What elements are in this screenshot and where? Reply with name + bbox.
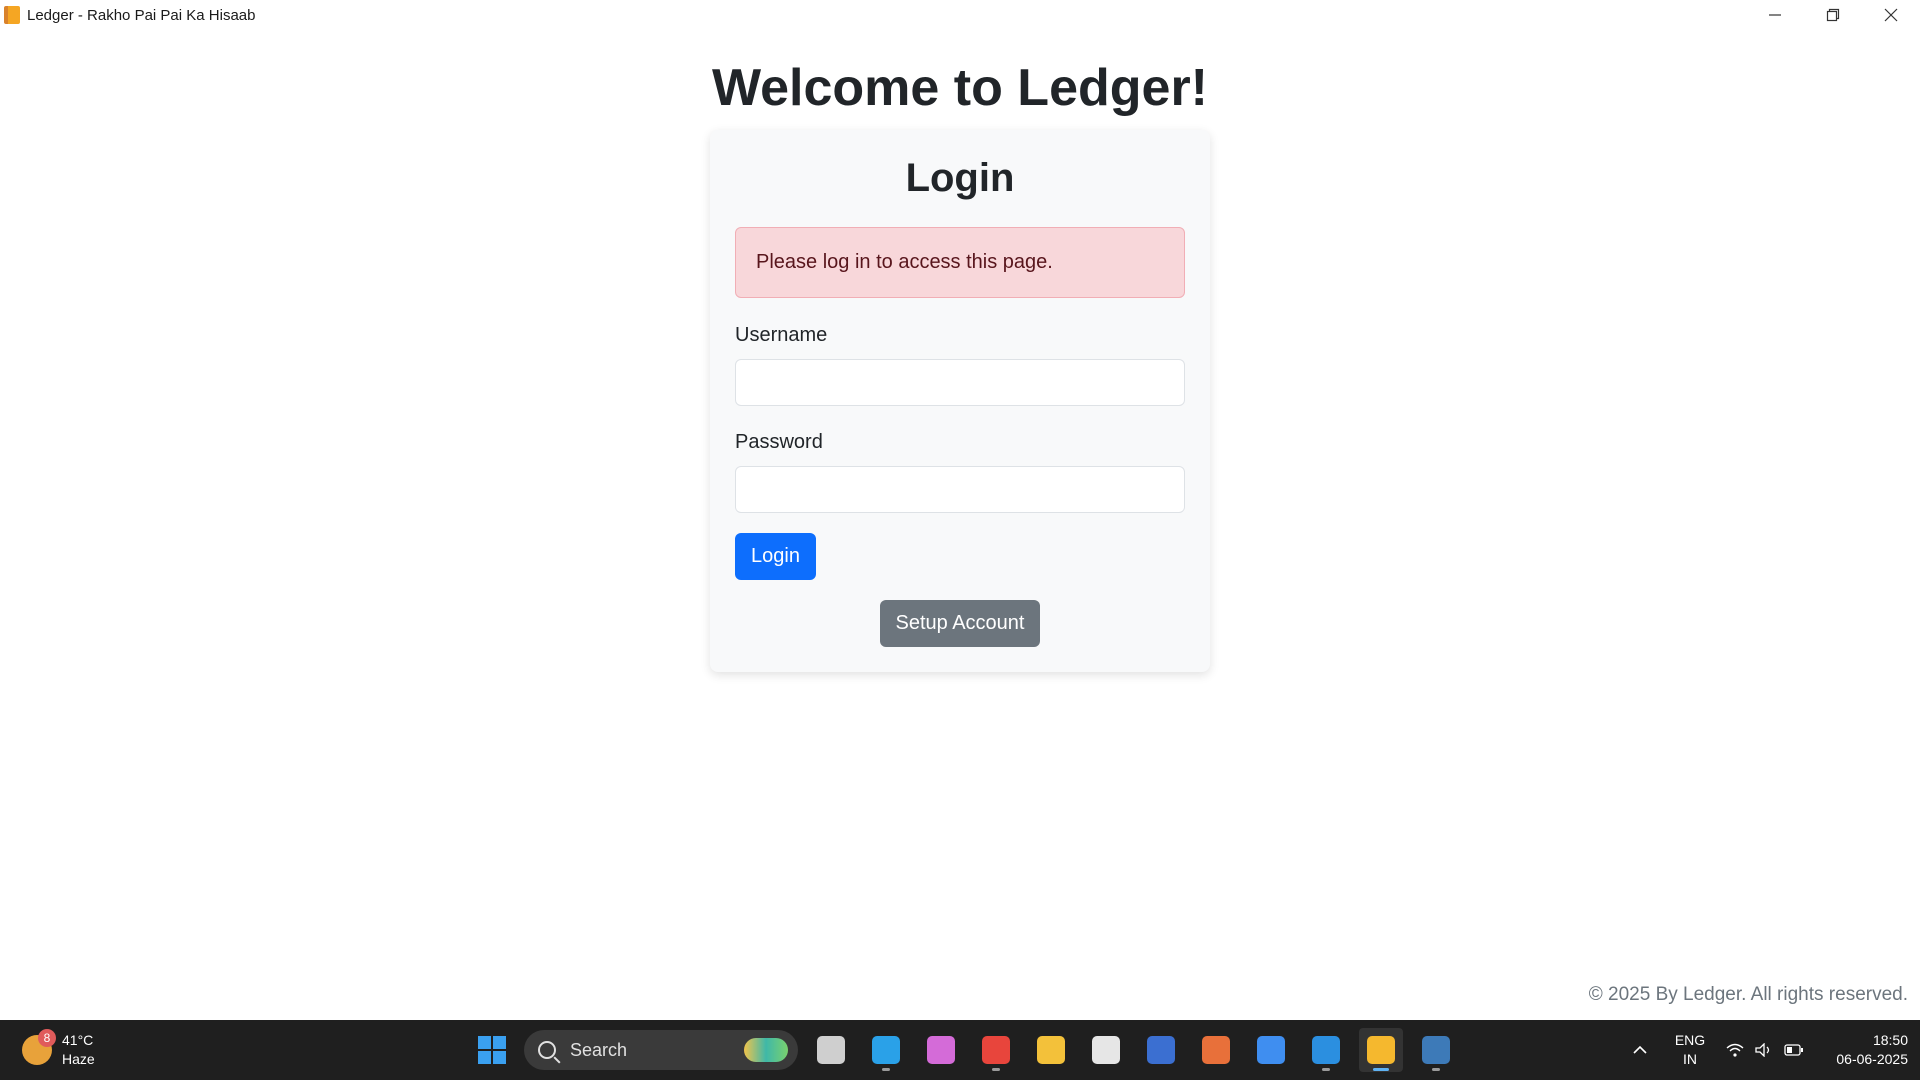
taskbar-app-python[interactable] [1414, 1028, 1458, 1072]
restore-button[interactable] [1804, 0, 1862, 30]
clock-app-icon [1092, 1036, 1120, 1064]
running-indicator [1373, 1068, 1389, 1071]
weather-condition: Haze [62, 1051, 95, 1067]
taskbar-app-ledger-app[interactable] [1359, 1028, 1403, 1072]
taskbar-app-copilot[interactable] [919, 1028, 963, 1072]
close-button[interactable] [1862, 0, 1920, 30]
taskbar-app-todo[interactable] [1249, 1028, 1293, 1072]
taskbar: 8 41°C Haze Search ENG IN 18:50 06-06-20… [0, 1020, 1920, 1080]
weather-temperature: 41°C [62, 1032, 94, 1048]
minimize-button[interactable] [1746, 0, 1804, 30]
taskbar-app-powershell[interactable] [1139, 1028, 1183, 1072]
vscode-icon [1312, 1036, 1340, 1064]
chevron-up-icon [1633, 1045, 1647, 1054]
taskbar-app-chrome[interactable] [974, 1028, 1018, 1072]
python-icon [1422, 1036, 1450, 1064]
taskbar-app-clock-app[interactable] [1084, 1028, 1128, 1072]
alert-message: Please log in to access this page. [756, 251, 1053, 273]
search-highlight-icon [744, 1038, 788, 1062]
language-code: ENG [1674, 1032, 1706, 1048]
taskbar-app-file-explorer[interactable] [1029, 1028, 1073, 1072]
search-icon [538, 1041, 556, 1059]
chrome-icon [982, 1036, 1010, 1064]
password-input[interactable] [735, 466, 1185, 513]
password-label: Password [735, 431, 823, 453]
taskbar-center: Search [470, 1028, 1458, 1072]
restore-icon [1826, 8, 1840, 22]
running-indicator [1322, 1068, 1330, 1071]
region-code: IN [1683, 1051, 1697, 1067]
file-explorer-icon [1037, 1036, 1065, 1064]
language-indicator[interactable]: ENG IN [1660, 1031, 1720, 1069]
battery-icon [1784, 1044, 1804, 1056]
page-heading: Welcome to Ledger! [711, 59, 1208, 117]
ledger-book-icon [4, 6, 20, 24]
weather-badge: 8 [38, 1029, 56, 1047]
window-controls [1746, 0, 1920, 30]
taskbar-search[interactable]: Search [524, 1030, 798, 1070]
volume-icon [1755, 1043, 1770, 1057]
taskbar-app-git[interactable] [1194, 1028, 1238, 1072]
close-icon [1884, 8, 1898, 22]
running-indicator [992, 1068, 1000, 1071]
edge-icon [872, 1036, 900, 1064]
username-label: Username [735, 324, 828, 346]
todo-icon [1257, 1036, 1285, 1064]
copilot-icon [927, 1036, 955, 1064]
taskbar-app-edge[interactable] [864, 1028, 908, 1072]
login-card: Login Please log in to access this page.… [710, 130, 1210, 672]
taskbar-app-vscode[interactable] [1304, 1028, 1348, 1072]
login-required-alert: Please log in to access this page. [735, 227, 1185, 298]
minimize-icon [1769, 14, 1781, 16]
quick-settings[interactable] [1720, 1043, 1810, 1057]
wifi-icon [1726, 1043, 1744, 1057]
taskbar-app-task-view[interactable] [809, 1028, 853, 1072]
running-indicator [1432, 1068, 1440, 1071]
system-tray: ENG IN 18:50 06-06-2025 [1620, 1020, 1920, 1080]
git-icon [1202, 1036, 1230, 1064]
task-view-icon [817, 1036, 845, 1064]
username-input[interactable] [735, 359, 1185, 406]
login-button[interactable]: Login [735, 533, 816, 580]
clock-time: 18:50 [1872, 1032, 1908, 1048]
clock[interactable]: 18:50 06-06-2025 [1810, 1031, 1920, 1069]
running-indicator [882, 1068, 890, 1071]
clock-date: 06-06-2025 [1836, 1051, 1908, 1067]
show-hidden-icons-button[interactable] [1620, 1042, 1660, 1058]
footer-copyright: © 2025 By Ledger. All rights reserved. [1588, 984, 1908, 1005]
search-label: Search [570, 1039, 628, 1060]
login-title: Login [905, 156, 1015, 200]
weather-widget[interactable]: 8 41°C Haze [22, 1028, 95, 1072]
start-button[interactable] [470, 1028, 514, 1072]
ledger-app-icon [1367, 1036, 1395, 1064]
powershell-icon [1147, 1036, 1175, 1064]
title-bar: Ledger - Rakho Pai Pai Ka Hisaab [0, 0, 1920, 30]
windows-logo-icon [478, 1036, 506, 1064]
weather-haze-icon: 8 [22, 1029, 56, 1065]
window-title: Ledger - Rakho Pai Pai Ka Hisaab [27, 6, 256, 24]
setup-account-button[interactable]: Setup Account [880, 600, 1040, 647]
